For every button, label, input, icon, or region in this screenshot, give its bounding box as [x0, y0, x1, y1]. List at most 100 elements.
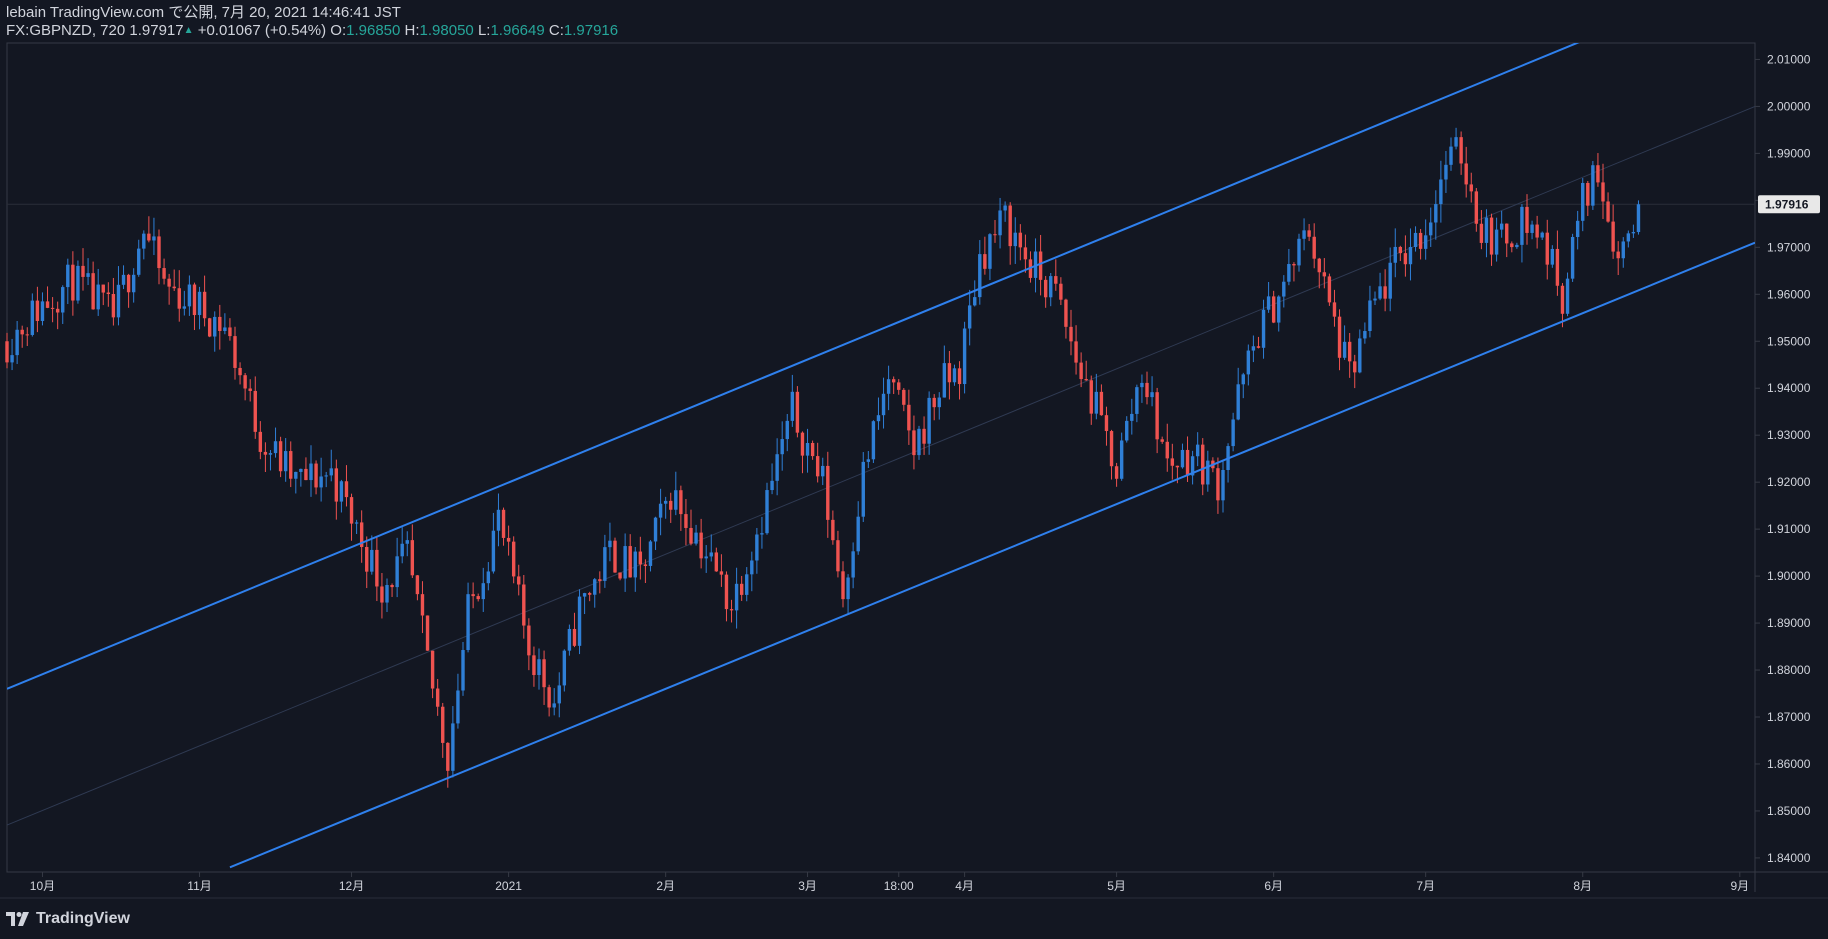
candle-up	[1499, 223, 1504, 230]
candle-up	[66, 264, 70, 288]
candle-down	[1489, 217, 1494, 255]
candle-down	[1099, 391, 1104, 416]
candle-up	[780, 439, 784, 455]
candle-up	[187, 284, 192, 307]
candle-up	[116, 284, 121, 318]
candle-down	[1596, 165, 1600, 183]
candle-down	[841, 571, 845, 600]
y-tick-label: 1.90000	[1767, 569, 1811, 583]
candle-down	[511, 541, 516, 577]
candle-up	[648, 541, 653, 566]
candle-up	[785, 420, 789, 440]
candle-up	[856, 516, 860, 552]
candle-up	[1581, 182, 1585, 221]
candle-down	[365, 546, 369, 572]
candle-down	[897, 382, 901, 390]
candle-down	[1337, 316, 1342, 358]
candle-down	[253, 390, 257, 432]
candle-down	[1175, 465, 1180, 468]
candle-up	[131, 274, 136, 293]
candle-up	[1231, 419, 1235, 447]
candle-up	[1423, 235, 1428, 249]
candle-down	[1525, 206, 1529, 233]
candle-down	[202, 291, 207, 319]
candle-up	[1236, 384, 1240, 420]
candle-up	[760, 533, 764, 535]
candle-down	[25, 334, 29, 336]
candle-down	[826, 465, 830, 520]
open-value: 1.96850	[346, 22, 401, 39]
candle-up	[1444, 164, 1448, 180]
candle-down	[501, 509, 506, 538]
candle-up	[1180, 449, 1185, 468]
candle-down	[471, 594, 475, 597]
change-value: +0.01067 (+0.54%)	[197, 22, 327, 39]
candle-down	[1292, 264, 1296, 266]
candle-up	[1434, 204, 1438, 223]
candle-up	[709, 552, 713, 557]
plot-frame	[6, 42, 1756, 873]
candle-down	[1145, 382, 1149, 398]
candle-up	[486, 571, 491, 584]
candle-down	[572, 628, 577, 646]
candle-down	[522, 584, 526, 626]
x-tick-label: 12月	[339, 879, 364, 893]
candle-up	[775, 454, 779, 481]
publish-line: lebain TradingView.com で公開, 7月 20, 2021 …	[6, 4, 401, 21]
up-arrow-icon: ▲	[183, 25, 194, 36]
candle-up	[496, 509, 501, 531]
candle-down	[50, 307, 55, 309]
candle-down	[1510, 243, 1514, 248]
x-tick-label: 2月	[656, 879, 675, 893]
ohlc-line: FX:GBPNZD, 720 1.97917▲ +0.01067 (+0.54%…	[6, 22, 618, 40]
candle-down	[441, 706, 445, 743]
candle-up	[40, 301, 45, 321]
candle-down	[912, 430, 916, 456]
candle-up	[658, 503, 663, 518]
candle-up	[1540, 232, 1544, 238]
candle-up	[1454, 137, 1458, 147]
candle-up	[1246, 350, 1251, 375]
candle-down	[618, 572, 622, 579]
candle-up	[881, 393, 886, 416]
price-chart[interactable]: 2.010002.000001.990001.980001.970001.960…	[0, 0, 1828, 939]
candle-up	[1631, 232, 1636, 234]
candle-up	[755, 534, 759, 561]
candle-down	[1069, 326, 1073, 342]
candle-up	[805, 443, 810, 456]
lower-channel-line	[229, 241, 1755, 869]
candle-up	[1550, 248, 1555, 265]
candle-down	[947, 363, 952, 383]
candle-up	[1013, 232, 1017, 247]
candle-down	[1616, 251, 1620, 259]
y-tick-label: 2.00000	[1767, 99, 1811, 113]
candle-up	[15, 329, 19, 356]
candle-down	[815, 456, 820, 477]
candle-down	[1271, 296, 1276, 323]
candle-down	[1165, 441, 1169, 459]
candle-down	[669, 500, 673, 510]
candle-down	[1104, 415, 1109, 432]
candle-down	[446, 742, 450, 771]
candle-up	[988, 234, 992, 269]
candle-up	[734, 583, 739, 611]
candle-up	[917, 428, 921, 456]
candle-down	[922, 428, 926, 444]
candle-up	[76, 265, 80, 301]
candle-down	[228, 327, 232, 337]
candle-down	[349, 497, 354, 524]
candle-up	[1378, 286, 1382, 299]
x-tick-label: 7月	[1416, 879, 1435, 893]
y-tick-label: 1.87000	[1767, 710, 1811, 724]
tradingview-logo[interactable]: TradingView	[6, 910, 130, 928]
candle-down	[1160, 439, 1164, 442]
candle-up	[339, 481, 344, 502]
candle-down	[1505, 223, 1509, 244]
candle-up	[1565, 278, 1570, 314]
candle-up	[451, 723, 455, 771]
candle-up	[1342, 341, 1347, 358]
x-tick-label: 11月	[187, 879, 211, 893]
candle-up	[770, 480, 774, 491]
candle-down	[410, 540, 415, 576]
close-value: 1.97916	[563, 22, 619, 39]
